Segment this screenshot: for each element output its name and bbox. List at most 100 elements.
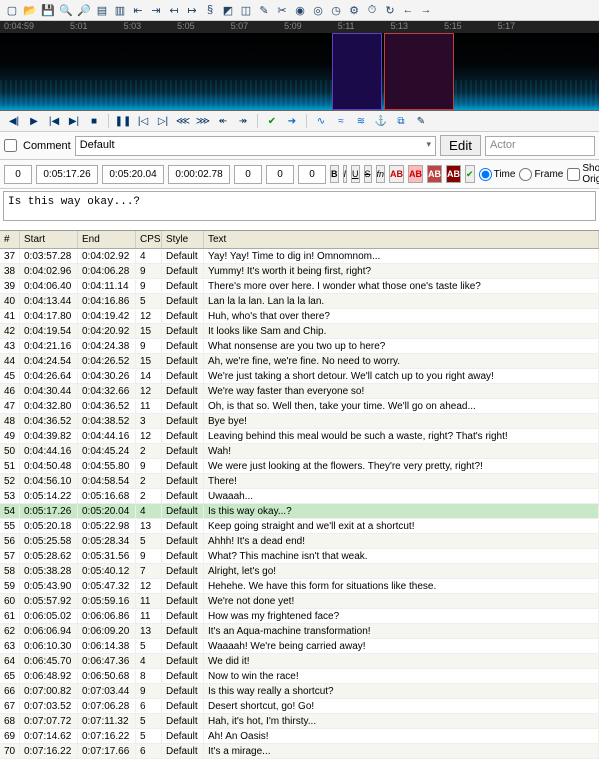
anchor-button[interactable]: ⚓ <box>373 114 389 128</box>
timer-icon[interactable]: ⏱ <box>364 2 380 18</box>
arrow-blue-button[interactable]: ➔ <box>284 114 300 128</box>
step-fwd-button[interactable]: ▷| <box>155 114 171 128</box>
table-row[interactable]: 440:04:24.540:04:26.5215DefaultAh, we're… <box>0 354 599 369</box>
table-row[interactable]: 630:06:10.300:06:14.385DefaultWaaaah! We… <box>0 639 599 654</box>
table-row[interactable]: 460:04:30.440:04:32.6612DefaultWe're way… <box>0 384 599 399</box>
frame-mode-radio[interactable]: Frame <box>519 168 563 181</box>
new-icon[interactable]: ▢ <box>4 2 20 18</box>
table-row[interactable]: 660:07:00.820:07:03.449DefaultIs this wa… <box>0 684 599 699</box>
font-button[interactable]: fn <box>376 165 386 183</box>
wave-a-button[interactable]: ∿ <box>313 114 329 128</box>
pencil-button[interactable]: ✎ <box>413 114 429 128</box>
underline-button[interactable]: U <box>351 165 360 183</box>
show-original-checkbox[interactable]: Show Original <box>567 163 599 185</box>
goto-end-button[interactable]: ▶| <box>66 114 82 128</box>
strike-button[interactable]: S <box>364 165 372 183</box>
selection-primary[interactable] <box>332 33 382 110</box>
table-row[interactable]: 570:05:28.620:05:31.569DefaultWhat? This… <box>0 549 599 564</box>
lead-in-button[interactable]: ↞ <box>215 114 231 128</box>
table-row[interactable]: 510:04:50.480:04:55.809DefaultWe were ju… <box>0 459 599 474</box>
play-button[interactable]: ▶ <box>26 114 42 128</box>
italic-button[interactable]: I <box>343 165 348 183</box>
table-row[interactable]: 480:04:36.520:04:38.523DefaultBye bye! <box>0 414 599 429</box>
table-row[interactable]: 620:06:06.940:06:09.2013DefaultIt's an A… <box>0 624 599 639</box>
margin-l-input[interactable] <box>234 165 262 184</box>
link-icon[interactable]: ◫ <box>238 2 254 18</box>
table-row[interactable]: 450:04:26.640:04:30.2614DefaultWe're jus… <box>0 369 599 384</box>
goto-start-button[interactable]: |◀ <box>46 114 62 128</box>
arrow-right-icon[interactable]: → <box>418 2 434 18</box>
shift-right-icon[interactable]: ↦ <box>184 2 200 18</box>
edit-button[interactable]: Edit <box>440 135 481 156</box>
table-row[interactable]: 490:04:39.820:04:44.1612DefaultLeaving b… <box>0 429 599 444</box>
table-row[interactable]: 690:07:14.620:07:16.225DefaultAh! An Oas… <box>0 729 599 744</box>
color4-button[interactable]: AB <box>446 165 461 183</box>
table-row[interactable]: 530:05:14.220:05:16.682DefaultUwaaah... <box>0 489 599 504</box>
bold-s-icon[interactable]: § <box>202 2 218 18</box>
color1-button[interactable]: AB <box>389 165 404 183</box>
table-row[interactable]: 410:04:17.800:04:19.4212DefaultHuh, who'… <box>0 309 599 324</box>
table-row[interactable]: 560:05:25.580:05:28.345DefaultAhhh! It's… <box>0 534 599 549</box>
clock-icon[interactable]: ◷ <box>328 2 344 18</box>
wave-b-button[interactable]: ≈ <box>333 114 349 128</box>
col-style[interactable]: Style <box>162 231 204 248</box>
shift-left-icon[interactable]: ↤ <box>166 2 182 18</box>
gear-icon[interactable]: ⚙ <box>346 2 362 18</box>
col-start[interactable]: Start <box>20 231 78 248</box>
table-row[interactable]: 650:06:48.920:06:50.688DefaultNow to win… <box>0 669 599 684</box>
search-plus-icon[interactable]: 🔍 <box>58 2 74 18</box>
arrow-left-icon[interactable]: ← <box>400 2 416 18</box>
end-time-input[interactable] <box>102 165 164 184</box>
table-row[interactable]: 400:04:13.440:04:16.865DefaultLan la la … <box>0 294 599 309</box>
pause-button[interactable]: ❚❚ <box>115 114 131 128</box>
bold-button[interactable]: B <box>330 165 339 183</box>
start-time-input[interactable] <box>36 165 98 184</box>
table-row[interactable]: 640:06:45.700:06:47.364DefaultWe did it! <box>0 654 599 669</box>
table-row[interactable]: 680:07:07.720:07:11.325DefaultHah, it's … <box>0 714 599 729</box>
table-row[interactable]: 370:03:57.280:04:02.924DefaultYay! Yay! … <box>0 249 599 264</box>
audio-waveform[interactable]: 0:04:595:015:035:055:075:095:115:135:155… <box>0 21 599 111</box>
scissors-icon[interactable]: ✂ <box>274 2 290 18</box>
table-row[interactable]: 470:04:32.800:04:36.5211DefaultOh, is th… <box>0 399 599 414</box>
stop-button[interactable]: ■ <box>86 114 102 128</box>
clip-icon[interactable]: ✎ <box>256 2 272 18</box>
color3-button[interactable]: AB <box>427 165 442 183</box>
prev-end-button[interactable]: ◀| <box>6 114 22 128</box>
comment-checkbox[interactable] <box>4 139 17 152</box>
col-cps[interactable]: CPS <box>136 231 162 248</box>
table-row[interactable]: 700:07:16.220:07:17.666DefaultIt's a mir… <box>0 744 599 759</box>
table-row[interactable]: 390:04:06.400:04:11.149DefaultThere's mo… <box>0 279 599 294</box>
duration-input[interactable] <box>168 165 230 184</box>
doc2-icon[interactable]: ▥ <box>112 2 128 18</box>
margin-r-input[interactable] <box>266 165 294 184</box>
table-row[interactable]: 500:04:44.160:04:45.242DefaultWah! <box>0 444 599 459</box>
col-end[interactable]: End <box>78 231 136 248</box>
style-dropdown[interactable]: Default <box>75 136 436 156</box>
actor-input[interactable]: Actor <box>485 136 595 156</box>
jump-start-icon[interactable]: ⇤ <box>130 2 146 18</box>
step-back-button[interactable]: |◁ <box>135 114 151 128</box>
search-minus-icon[interactable]: 🔎 <box>76 2 92 18</box>
col-text[interactable]: Text <box>204 231 599 248</box>
open-icon[interactable]: 📂 <box>22 2 38 18</box>
table-row[interactable]: 420:04:19.540:04:20.9215DefaultIt looks … <box>0 324 599 339</box>
subtitle-text-input[interactable]: Is this way okay...? <box>3 191 596 221</box>
commit-button[interactable]: ✔ <box>465 165 475 183</box>
save-icon[interactable]: 💾 <box>40 2 56 18</box>
jump-end-icon[interactable]: ⇥ <box>148 2 164 18</box>
table-row[interactable]: 380:04:02.960:04:06.289DefaultYummy! It'… <box>0 264 599 279</box>
link-button[interactable]: ⧉ <box>393 114 409 128</box>
lead-out-button[interactable]: ↠ <box>235 114 251 128</box>
table-row[interactable]: 580:05:38.280:05:40.127DefaultAlright, l… <box>0 564 599 579</box>
table-row[interactable]: 540:05:17.260:05:20.044DefaultIs this wa… <box>0 504 599 519</box>
color2-button[interactable]: AB <box>408 165 423 183</box>
table-row[interactable]: 550:05:20.180:05:22.9813DefaultKeep goin… <box>0 519 599 534</box>
table-row[interactable]: 430:04:21.160:04:24.389DefaultWhat nonse… <box>0 339 599 354</box>
selection-secondary[interactable] <box>384 33 454 110</box>
doc1-icon[interactable]: ▤ <box>94 2 110 18</box>
table-row[interactable]: 600:05:57.920:05:59.1611DefaultWe're not… <box>0 594 599 609</box>
skip-back-button[interactable]: ⋘ <box>175 114 191 128</box>
margin-v-input[interactable] <box>298 165 326 184</box>
target-icon[interactable]: ◎ <box>310 2 326 18</box>
table-row[interactable]: 670:07:03.520:07:06.286DefaultDesert sho… <box>0 699 599 714</box>
